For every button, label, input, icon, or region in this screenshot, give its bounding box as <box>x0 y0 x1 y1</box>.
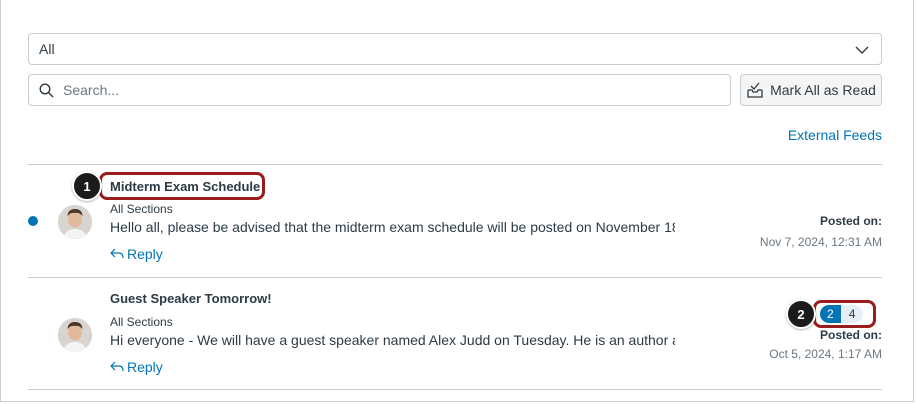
reply-label: Reply <box>127 359 163 375</box>
reply-label: Reply <box>127 246 163 262</box>
chevron-down-icon <box>855 46 869 54</box>
posted-on-label: Posted on: <box>820 328 882 342</box>
reply-button[interactable]: Reply <box>110 246 163 262</box>
search-icon <box>39 83 54 98</box>
unread-replies-badge: 2 <box>820 305 841 323</box>
reply-count-badges: 2 4 <box>820 305 864 323</box>
mark-all-read-button[interactable]: Mark All as Read <box>740 74 882 106</box>
search-input[interactable]: Search... <box>28 74 731 106</box>
posted-date: Oct 5, 2024, 1:17 AM <box>769 347 882 361</box>
avatar <box>58 205 92 239</box>
external-feeds-link[interactable]: External Feeds <box>788 127 882 143</box>
callout-number-2: 2 <box>786 299 816 329</box>
user-avatar-icon <box>58 318 92 352</box>
announcement-title-midterm[interactable]: Midterm Exam Schedule <box>110 179 260 194</box>
divider <box>28 277 882 278</box>
posted-on-label: Posted on: <box>820 214 882 228</box>
user-avatar-icon <box>58 205 92 239</box>
callout-number-1: 1 <box>72 171 102 201</box>
announcement-excerpt: Hello all, please be advised that the mi… <box>110 219 675 235</box>
posted-date: Nov 7, 2024, 12:31 AM <box>759 235 882 249</box>
unread-indicator <box>28 216 38 226</box>
announcement-filter-select[interactable]: All <box>28 33 882 65</box>
reply-arrow-icon <box>110 361 124 372</box>
avatar <box>58 318 92 352</box>
announcement-sections: All Sections <box>110 202 173 216</box>
inbox-check-icon <box>747 82 763 98</box>
announcement-title-guest-speaker[interactable]: Guest Speaker Tomorrow! <box>110 291 272 306</box>
divider <box>28 164 882 165</box>
divider <box>28 389 882 390</box>
mark-all-read-label: Mark All as Read <box>770 82 876 98</box>
search-placeholder: Search... <box>63 82 120 98</box>
reply-arrow-icon <box>110 248 124 259</box>
reply-button[interactable]: Reply <box>110 359 163 375</box>
announcement-sections: All Sections <box>110 315 173 329</box>
total-replies-badge: 4 <box>840 305 864 323</box>
announcement-excerpt: Hi everyone - We will have a guest speak… <box>110 332 675 348</box>
filter-selected-value: All <box>39 41 55 57</box>
